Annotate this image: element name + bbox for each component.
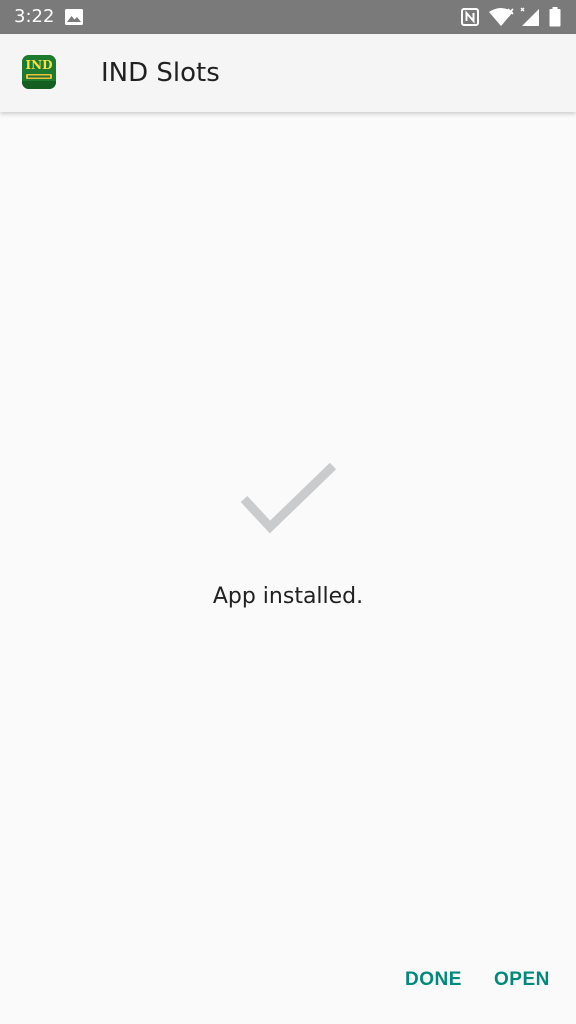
- app-icon-text: IND: [25, 58, 53, 72]
- status-bar: 3:22: [0, 0, 576, 34]
- app-title: IND Slots: [101, 58, 220, 88]
- nfc-icon: [461, 0, 479, 34]
- wifi-icon: [488, 0, 514, 34]
- install-message: App installed.: [212, 584, 364, 609]
- signal-icon: [519, 0, 541, 34]
- check-icon: [238, 460, 338, 544]
- status-time: 3:22: [14, 6, 55, 27]
- done-button[interactable]: DONE: [405, 962, 462, 998]
- app-bar: IND IND Slots: [0, 34, 576, 112]
- open-button[interactable]: OPEN: [494, 962, 550, 998]
- battery-icon: [549, 0, 561, 34]
- ind-slots-app-icon: IND: [22, 55, 56, 89]
- image-notification-icon: [65, 0, 83, 34]
